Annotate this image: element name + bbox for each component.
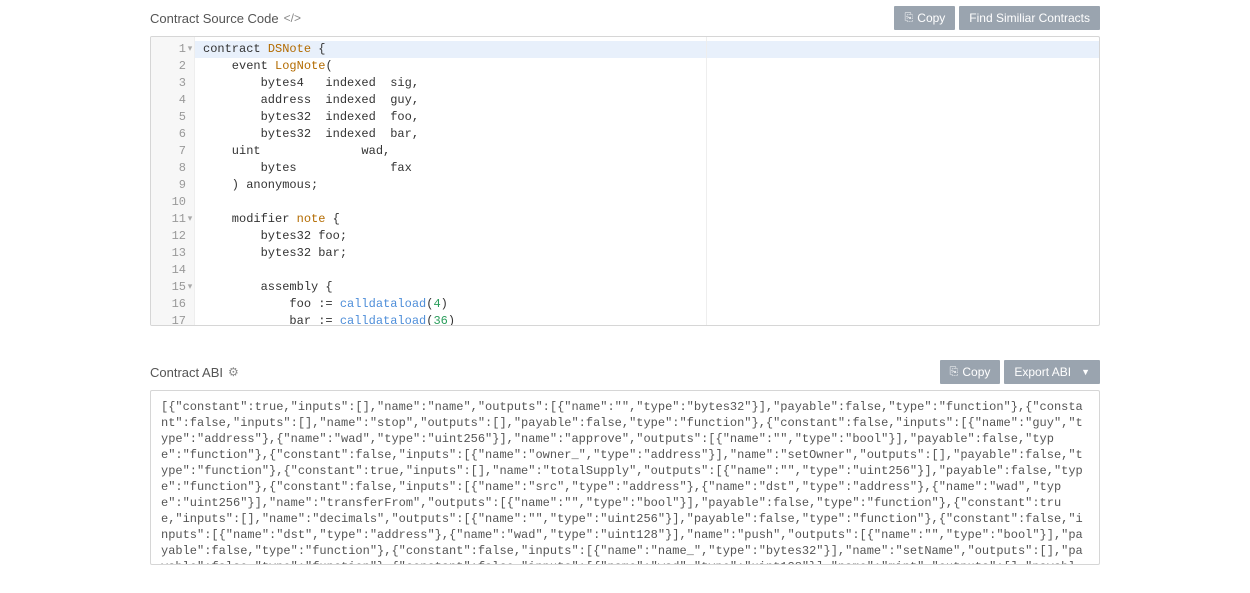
abi-actions: ⎘ Copy Export ABI ▼ bbox=[940, 360, 1100, 384]
code-line[interactable]: bar := calldataload(36) bbox=[203, 313, 1091, 325]
code-line[interactable]: foo := calldataload(4) bbox=[203, 296, 1091, 313]
code-line[interactable]: bytes fax bbox=[203, 160, 1091, 177]
line-number: 14 bbox=[151, 262, 186, 279]
copy-abi-label: Copy bbox=[962, 365, 990, 379]
abi-title: Contract ABI ⚙ bbox=[150, 365, 239, 380]
source-code-title: Contract Source Code </> bbox=[150, 11, 301, 26]
copy-label: Copy bbox=[917, 11, 945, 25]
line-number: 7 bbox=[151, 143, 186, 160]
code-line[interactable]: event LogNote( bbox=[203, 58, 1091, 75]
line-number: 8 bbox=[151, 160, 186, 177]
code-line[interactable] bbox=[203, 262, 1091, 279]
line-number: 16 bbox=[151, 296, 186, 313]
line-number: 12 bbox=[151, 228, 186, 245]
code-icon: </> bbox=[284, 11, 301, 25]
code-line[interactable] bbox=[203, 194, 1091, 211]
find-similar-button[interactable]: Find Similiar Contracts bbox=[959, 6, 1100, 30]
line-number: 13 bbox=[151, 245, 186, 262]
code-line[interactable]: bytes4 indexed sig, bbox=[203, 75, 1091, 92]
source-code-section: Contract Source Code </> ⎘ Copy Find Sim… bbox=[150, 0, 1100, 326]
fold-marker[interactable]: ▾ bbox=[186, 211, 194, 228]
find-similar-label: Find Similiar Contracts bbox=[969, 11, 1090, 25]
code-line[interactable]: contract DSNote { bbox=[195, 41, 1099, 58]
line-number: 17 bbox=[151, 313, 186, 326]
line-number: 2 bbox=[151, 58, 186, 75]
fold-marker[interactable]: ▾ bbox=[186, 41, 194, 58]
print-margin bbox=[706, 37, 707, 325]
line-number: 1▾ bbox=[151, 41, 186, 58]
code-line[interactable]: uint wad, bbox=[203, 143, 1091, 160]
code-line[interactable]: assembly { bbox=[203, 279, 1091, 296]
abi-text[interactable]: [{"constant":true,"inputs":[],"name":"na… bbox=[150, 390, 1100, 565]
code-line[interactable]: modifier note { bbox=[203, 211, 1091, 228]
line-number: 9 bbox=[151, 177, 186, 194]
abi-header: Contract ABI ⚙ ⎘ Copy Export ABI ▼ bbox=[150, 354, 1100, 390]
code-line[interactable]: address indexed guy, bbox=[203, 92, 1091, 109]
code-editor[interactable]: 1▾234567891011▾12131415▾161718192021 con… bbox=[150, 36, 1100, 326]
fold-marker[interactable]: ▾ bbox=[186, 279, 194, 296]
chevron-down-icon: ▼ bbox=[1081, 367, 1090, 377]
source-code-header: Contract Source Code </> ⎘ Copy Find Sim… bbox=[150, 0, 1100, 36]
line-number: 15▾ bbox=[151, 279, 186, 296]
source-code-title-text: Contract Source Code bbox=[150, 11, 279, 26]
line-number: 10 bbox=[151, 194, 186, 211]
code-line[interactable]: bytes32 indexed bar, bbox=[203, 126, 1091, 143]
copy-icon: ⎘ bbox=[950, 366, 959, 379]
copy-source-button[interactable]: ⎘ Copy bbox=[894, 6, 955, 30]
abi-section: Contract ABI ⚙ ⎘ Copy Export ABI ▼ [{"co… bbox=[150, 354, 1100, 565]
line-number: 11▾ bbox=[151, 211, 186, 228]
line-number: 6 bbox=[151, 126, 186, 143]
copy-icon: ⎘ bbox=[904, 12, 913, 25]
export-abi-button[interactable]: Export ABI ▼ bbox=[1004, 360, 1100, 384]
line-number: 5 bbox=[151, 109, 186, 126]
line-number: 3 bbox=[151, 75, 186, 92]
code-line[interactable]: bytes32 foo; bbox=[203, 228, 1091, 245]
abi-title-text: Contract ABI bbox=[150, 365, 223, 380]
copy-abi-button[interactable]: ⎘ Copy bbox=[940, 360, 1001, 384]
code-line[interactable]: ) anonymous; bbox=[203, 177, 1091, 194]
code-line[interactable]: bytes32 indexed foo, bbox=[203, 109, 1091, 126]
export-abi-label: Export ABI bbox=[1014, 365, 1071, 379]
gear-icon: ⚙ bbox=[228, 365, 239, 379]
source-actions: ⎘ Copy Find Similiar Contracts bbox=[894, 6, 1100, 30]
line-number: 4 bbox=[151, 92, 186, 109]
code-content[interactable]: contract DSNote { event LogNote( bytes4 … bbox=[195, 37, 1099, 325]
code-line[interactable]: bytes32 bar; bbox=[203, 245, 1091, 262]
line-number-gutter: 1▾234567891011▾12131415▾161718192021 bbox=[151, 37, 195, 325]
